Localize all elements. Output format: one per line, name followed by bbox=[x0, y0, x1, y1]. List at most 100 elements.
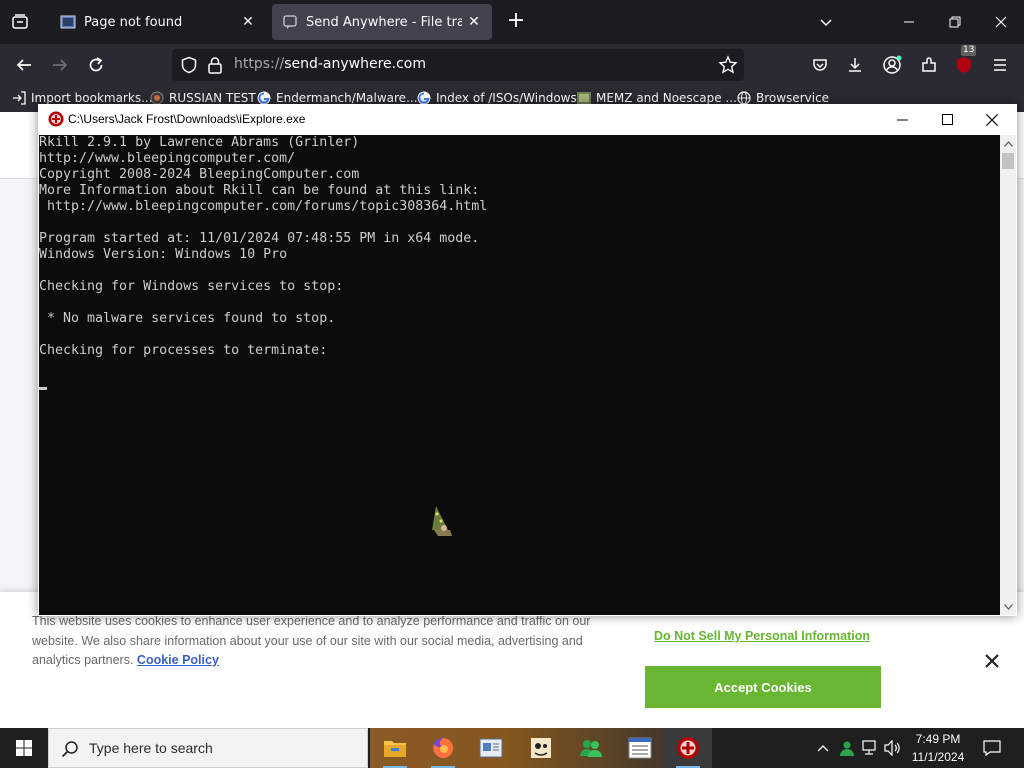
console-line: Rkill 2.9.1 by Lawrence Abrams (Grinler) bbox=[39, 135, 360, 150]
menu-icon[interactable] bbox=[988, 53, 1012, 77]
tab-list-icon[interactable] bbox=[8, 10, 32, 34]
image-icon bbox=[577, 91, 591, 105]
console-line: Program started at: 11/01/2024 07:48:55 … bbox=[39, 231, 480, 246]
console-line: http://www.bleepingcomputer.com/ bbox=[39, 151, 296, 166]
google-icon bbox=[257, 91, 271, 105]
bookmark-label: Browservice bbox=[756, 91, 830, 105]
console-line: http://www.bleepingcomputer.com/forums/t… bbox=[39, 199, 488, 214]
browser-tab-bar: Page not found ✕ Send Anywhere - File tr… bbox=[0, 0, 1024, 44]
users-icon[interactable] bbox=[567, 728, 615, 768]
bookmark-label: RUSSIAN TEST bbox=[169, 91, 256, 105]
console-line: Copyright 2008-2024 BleepingComputer.com bbox=[39, 167, 360, 182]
console-window: C:\Users\Jack Frost\Downloads\iExplore.e… bbox=[38, 104, 1017, 616]
bookmark-label: Import bookmarks... bbox=[31, 91, 153, 105]
scroll-up-icon[interactable] bbox=[1000, 135, 1016, 152]
chevron-down-icon[interactable] bbox=[812, 8, 840, 36]
tracking-protection-shield-icon[interactable] bbox=[180, 56, 198, 78]
bookmark-index-isos[interactable]: Index of /ISOs/Windows bbox=[417, 91, 577, 105]
url-bar[interactable]: https://send-anywhere.com bbox=[172, 49, 744, 81]
tab-page-not-found[interactable]: Page not found ✕ bbox=[50, 4, 266, 40]
cookie-text: This website uses cookies to enhance use… bbox=[32, 614, 591, 667]
list-app-icon[interactable] bbox=[616, 728, 664, 768]
close-icon[interactable] bbox=[969, 104, 1015, 135]
bookmark-star-icon[interactable] bbox=[718, 55, 738, 79]
maximize-icon[interactable] bbox=[924, 104, 970, 135]
bookmark-russian-test[interactable]: RUSSIAN TEST bbox=[150, 91, 256, 105]
bookmark-label: MEMZ and Noescape ... bbox=[596, 91, 737, 105]
console-cursor bbox=[39, 387, 47, 390]
firefox-icon[interactable] bbox=[419, 728, 467, 768]
bookmark-label: Index of /ISOs/Windows bbox=[436, 91, 577, 105]
restore-icon[interactable] bbox=[941, 8, 969, 36]
bookmark-endermanch[interactable]: Endermanch/Malware... bbox=[257, 91, 418, 105]
ublock-icon[interactable]: 13 bbox=[952, 45, 977, 77]
console-scrollbar[interactable] bbox=[1000, 135, 1016, 615]
console-line: Checking for processes to terminate: bbox=[39, 343, 328, 358]
google-icon bbox=[417, 91, 431, 105]
wizard-cursor-icon bbox=[428, 504, 456, 538]
rkill-taskbar-icon[interactable] bbox=[664, 728, 712, 768]
chevron-up-icon[interactable] bbox=[812, 728, 834, 768]
console-title: C:\Users\Jack Frost\Downloads\iExplore.e… bbox=[68, 112, 306, 126]
console-output[interactable]: Rkill 2.9.1 by Lawrence Abrams (Grinler)… bbox=[39, 135, 1000, 615]
minimize-icon[interactable] bbox=[879, 104, 925, 135]
system-clock[interactable]: 7:49 PM 11/1/2024 bbox=[903, 730, 973, 766]
console-line: Windows Version: Windows 10 Pro bbox=[39, 247, 288, 262]
clock-date: 11/1/2024 bbox=[911, 750, 965, 764]
rkill-icon bbox=[48, 111, 64, 127]
back-arrow-icon[interactable] bbox=[12, 53, 36, 77]
url-text[interactable]: https://send-anywhere.com bbox=[234, 56, 426, 72]
new-tab-icon[interactable]: + bbox=[504, 10, 528, 34]
minimize-icon[interactable] bbox=[895, 8, 923, 36]
console-line: More Information about Rkill can be foun… bbox=[39, 183, 480, 198]
lock-icon[interactable] bbox=[207, 56, 223, 78]
page-favicon-icon bbox=[60, 14, 76, 30]
scroll-thumb[interactable] bbox=[1002, 153, 1014, 169]
forward-arrow-icon[interactable] bbox=[48, 53, 72, 77]
download-icon[interactable] bbox=[843, 53, 867, 77]
game-icon[interactable] bbox=[517, 728, 565, 768]
extensions-icon[interactable] bbox=[917, 53, 941, 77]
close-window-icon[interactable] bbox=[987, 8, 1015, 36]
document-viewer-icon[interactable] bbox=[467, 728, 515, 768]
tab-send-anywhere[interactable]: Send Anywhere - File transfer ✕ bbox=[272, 4, 492, 40]
bookmark-import[interactable]: Import bookmarks... bbox=[12, 91, 153, 105]
volume-icon[interactable] bbox=[882, 728, 904, 768]
user-status-icon[interactable] bbox=[836, 728, 858, 768]
close-icon[interactable] bbox=[980, 649, 1004, 673]
bookmark-label: Endermanch/Malware... bbox=[276, 91, 418, 105]
tab-title: Send Anywhere - File transfer bbox=[306, 14, 462, 30]
windows-start-icon[interactable] bbox=[0, 728, 48, 768]
clock-time: 7:49 PM bbox=[915, 732, 961, 746]
network-icon[interactable] bbox=[860, 728, 882, 768]
send-anywhere-favicon-icon bbox=[282, 14, 298, 30]
notifications-icon[interactable] bbox=[980, 728, 1004, 768]
url-host: send-anywhere.com bbox=[284, 56, 426, 72]
globe-icon bbox=[150, 91, 164, 105]
globe-icon bbox=[737, 91, 751, 105]
do-not-sell-link[interactable]: Do Not Sell My Personal Information bbox=[654, 629, 870, 643]
bookmark-memz[interactable]: MEMZ and Noescape ... bbox=[577, 91, 737, 105]
close-tab-icon[interactable]: ✕ bbox=[236, 10, 260, 34]
cookie-message: This website uses cookies to enhance use… bbox=[32, 612, 622, 671]
file-explorer-icon[interactable] bbox=[371, 728, 419, 768]
cookie-policy-link[interactable]: Cookie Policy bbox=[137, 653, 219, 667]
search-icon bbox=[61, 740, 79, 762]
reload-icon[interactable] bbox=[84, 53, 108, 77]
url-scheme: https:// bbox=[234, 56, 285, 72]
close-tab-icon[interactable]: ✕ bbox=[462, 10, 486, 34]
tab-title: Page not found bbox=[84, 14, 183, 30]
console-title-bar[interactable]: C:\Users\Jack Frost\Downloads\iExplore.e… bbox=[38, 104, 1017, 135]
search-placeholder: Type here to search bbox=[89, 740, 213, 756]
taskbar-search-box[interactable]: Type here to search bbox=[48, 728, 368, 768]
bookmark-browservice[interactable]: Browservice bbox=[737, 91, 829, 105]
console-line: Checking for Windows services to stop: bbox=[39, 279, 344, 294]
accept-cookies-button[interactable]: Accept Cookies bbox=[645, 666, 881, 708]
import-icon bbox=[12, 91, 26, 105]
scroll-down-icon[interactable] bbox=[1000, 598, 1016, 615]
extension-badge: 13 bbox=[961, 45, 977, 56]
console-line: * No malware services found to stop. bbox=[39, 311, 336, 326]
pocket-icon[interactable] bbox=[808, 53, 832, 77]
taskbar: Type here to search 7:49 PM 11/1/2024 bbox=[0, 728, 1024, 768]
account-icon[interactable] bbox=[880, 53, 904, 77]
